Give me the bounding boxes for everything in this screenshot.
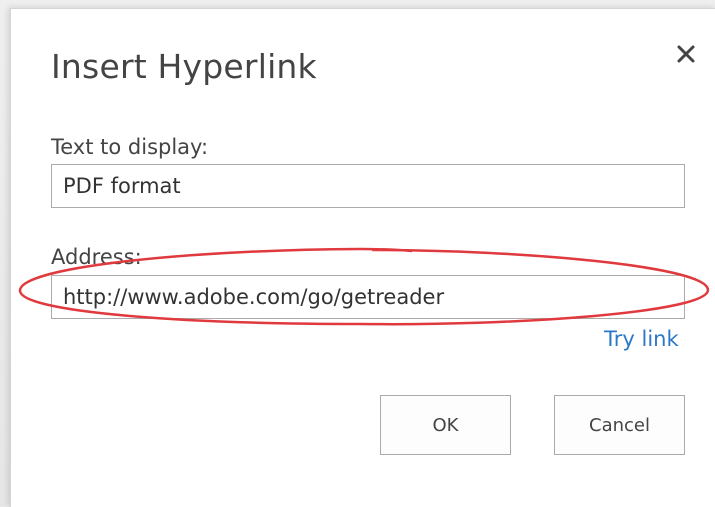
insert-hyperlink-dialog: Insert Hyperlink Text to display: Addres… — [10, 8, 715, 507]
close-button[interactable] — [671, 39, 701, 69]
dialog-title: Insert Hyperlink — [51, 47, 317, 86]
address-label: Address: — [51, 245, 142, 269]
cancel-button[interactable]: Cancel — [554, 395, 685, 455]
try-link[interactable]: Try link — [604, 327, 679, 351]
close-icon — [677, 45, 695, 63]
text-to-display-input[interactable] — [51, 164, 685, 208]
ok-button[interactable]: OK — [380, 395, 511, 455]
address-input[interactable] — [51, 275, 685, 319]
text-to-display-label: Text to display: — [51, 135, 209, 159]
